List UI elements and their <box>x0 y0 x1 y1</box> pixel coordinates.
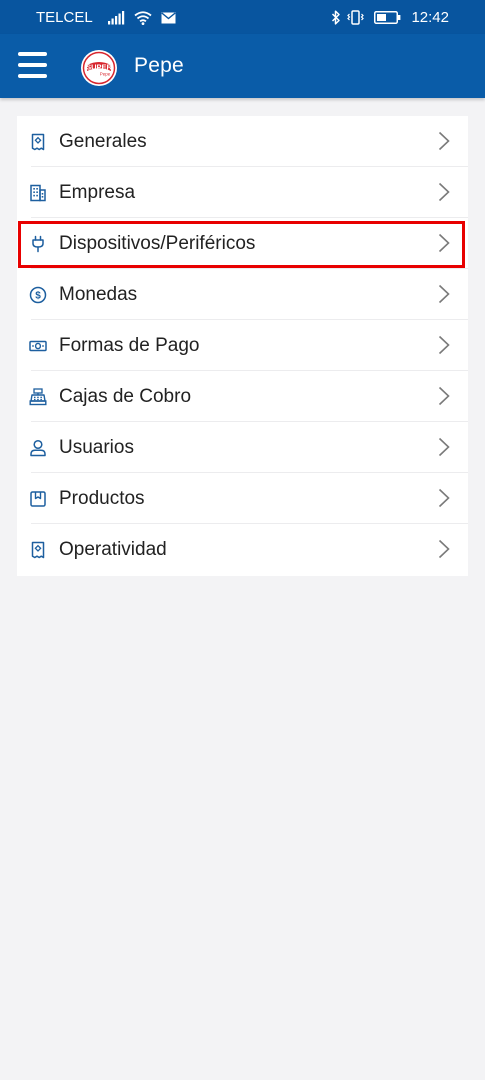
menu-item-label: Formas de Pago <box>59 335 200 356</box>
menu-item-label: Productos <box>59 488 145 509</box>
hamburger-line <box>18 74 47 78</box>
settings-menu: Generales Empresa Dispositivos/Periféric… <box>17 116 468 576</box>
battery-icon <box>374 11 401 24</box>
banknote-icon <box>29 337 47 355</box>
menu-item-label: Operatividad <box>59 539 167 560</box>
bluetooth-icon <box>331 10 341 25</box>
chevron-right-icon <box>438 386 450 406</box>
menu-item-monedas[interactable]: $ Monedas <box>17 269 468 320</box>
menu-item-empresa[interactable]: Empresa <box>17 167 468 218</box>
brand-logo: SUPER Pepe <box>81 50 117 86</box>
carrier-name: TELCEL <box>36 9 93 26</box>
menu-item-label: Usuarios <box>59 437 134 458</box>
menu-item-label: Dispositivos/Periféricos <box>59 233 256 254</box>
app-bar: SUPER Pepe Pepe <box>0 34 485 98</box>
menu-item-generales[interactable]: Generales <box>17 116 468 167</box>
app-title: Pepe <box>134 54 184 77</box>
hamburger-line <box>18 52 47 56</box>
menu-item-label: Cajas de Cobro <box>59 386 192 407</box>
product-box-icon <box>29 490 47 508</box>
chevron-right-icon <box>438 131 450 151</box>
signal-icon <box>107 10 125 25</box>
clock-time: 12:42 <box>411 9 449 26</box>
menu-item-label: Generales <box>59 131 147 152</box>
chevron-right-icon <box>438 539 450 559</box>
menu-item-cajas-de-cobro[interactable]: Cajas de Cobro <box>17 371 468 422</box>
svg-text:SUPER: SUPER <box>86 63 112 72</box>
receipt-icon <box>29 133 47 151</box>
hamburger-menu-button[interactable] <box>18 52 47 78</box>
menu-item-formas-de-pago[interactable]: Formas de Pago <box>17 320 468 371</box>
user-icon <box>29 439 47 457</box>
status-left: TELCEL <box>36 9 176 26</box>
chevron-right-icon <box>438 335 450 355</box>
receipt-icon <box>29 541 47 559</box>
status-right: 12:42 <box>331 9 449 26</box>
dollar-coin-icon: $ <box>29 286 47 304</box>
building-icon <box>29 184 47 202</box>
menu-item-usuarios[interactable]: Usuarios <box>17 422 468 473</box>
vibrate-icon <box>347 10 365 25</box>
status-bar: TELCEL 12:42 <box>0 0 485 34</box>
menu-item-label: Empresa <box>59 182 136 203</box>
hamburger-line <box>18 63 47 67</box>
cash-register-icon <box>29 388 47 406</box>
wifi-icon <box>134 10 152 25</box>
menu-item-dispositivos-perifericos[interactable]: Dispositivos/Periféricos <box>17 218 468 269</box>
menu-item-productos[interactable]: Productos <box>17 473 468 524</box>
menu-item-operatividad[interactable]: Operatividad <box>17 524 468 575</box>
menu-item-label: Monedas <box>59 284 138 305</box>
svg-text:$: $ <box>35 291 41 302</box>
chevron-right-icon <box>438 284 450 304</box>
svg-text:Pepe: Pepe <box>100 72 111 77</box>
chevron-right-icon <box>438 437 450 457</box>
chevron-right-icon <box>438 182 450 202</box>
chevron-right-icon <box>438 488 450 508</box>
chevron-right-icon <box>438 233 450 253</box>
plug-icon <box>29 235 47 253</box>
mail-icon <box>161 11 176 24</box>
